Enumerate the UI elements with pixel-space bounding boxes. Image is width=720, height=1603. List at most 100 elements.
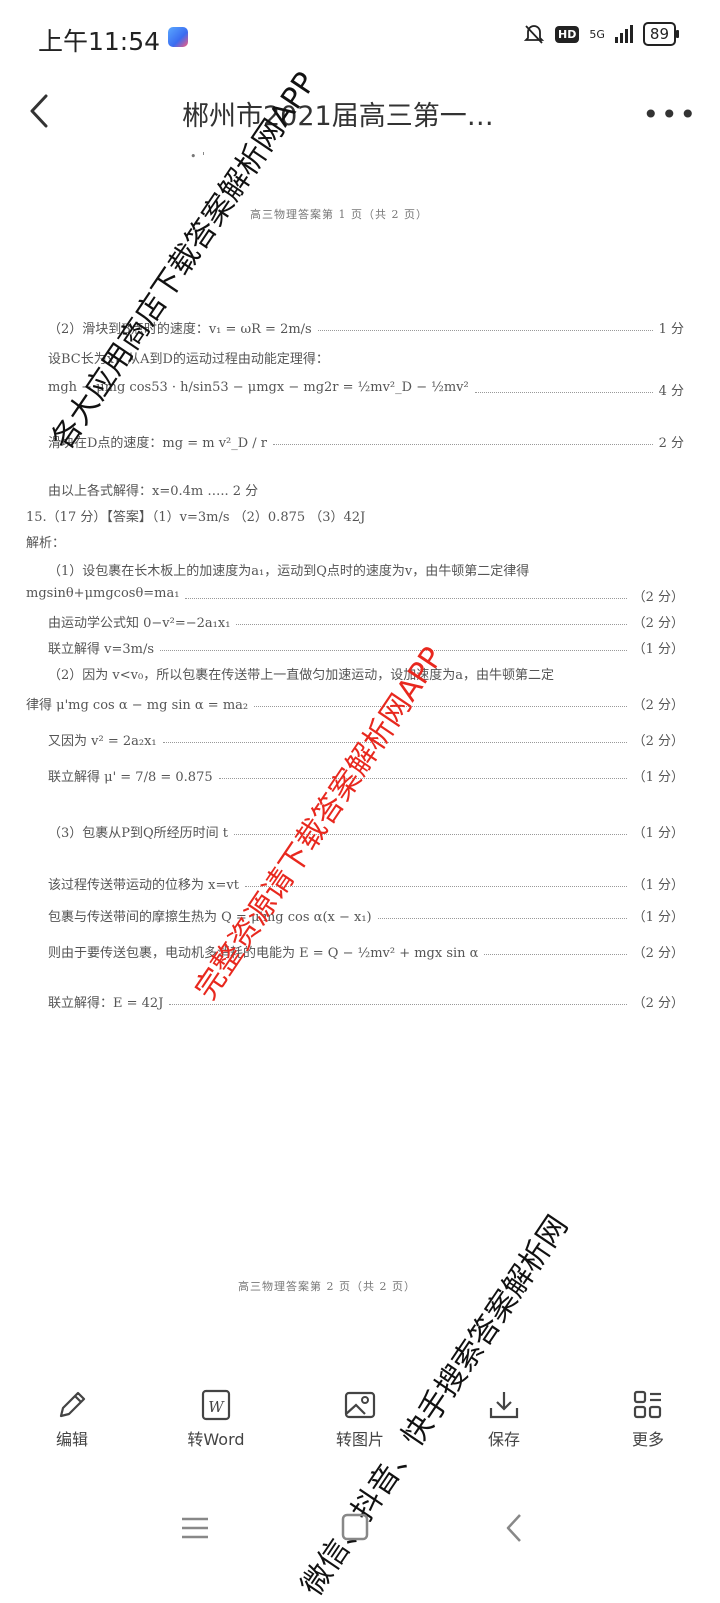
answer-line-score: （1 分） — [632, 642, 684, 657]
dotted-leader — [185, 598, 627, 599]
bell-muted-icon — [523, 23, 545, 45]
answer-line-text: 联立解得 μ' = 7/8 = 0.875 — [48, 770, 213, 785]
answer-line: 律得 μ'mg cos α − mg sin α = ma₂ （2 分） — [0, 694, 720, 716]
dotted-leader — [474, 392, 653, 393]
page-footer-2: 高三物理答案第 2 页（共 2 页） — [238, 1280, 416, 1293]
edit-label: 编辑 — [55, 1430, 88, 1449]
hd-icon: HD — [555, 25, 580, 43]
save-button[interactable]: 保存 — [444, 1378, 564, 1468]
answer-line-text: 包裹与传送带间的摩擦生热为 Q = μ'mg cos α(x − x₁) — [48, 910, 372, 925]
answer-line-score: 1 分 — [658, 322, 684, 337]
page-marker: • ' — [190, 150, 207, 163]
answer-line: 解析： — [0, 532, 720, 554]
answer-line-score: （2 分） — [632, 734, 684, 749]
nav-home-button[interactable] — [330, 1503, 380, 1553]
convert-word-button[interactable]: W 转Word — [156, 1378, 276, 1468]
back-button[interactable] — [22, 86, 62, 136]
answer-line: 15.（17 分）【答案】（1）v=3m/s （2）0.875 （3）42J — [0, 506, 720, 528]
answer-line: mgh − μmg cos53 · h/sin53 − μmgx − mg2r … — [0, 380, 720, 402]
nav-back-button[interactable] — [490, 1503, 540, 1553]
answer-line-text: 由以上各式解得：x=0.4m ….. 2 分 — [48, 484, 259, 499]
status-indicators: HD 5G 89 — [523, 22, 680, 46]
grid-icon — [633, 1390, 662, 1419]
answer-line-text: 滑块在D点的速度：mg = m v²_D / r — [48, 436, 268, 451]
answer-line: 又因为 v² = 2a₂x₁ （2 分） — [0, 730, 720, 752]
answer-line-text: 设BC长为x，从A到D的运动过程由动能定理得： — [48, 352, 329, 367]
dotted-leader — [244, 886, 627, 887]
convert-image-label: 转图片 — [335, 1430, 384, 1449]
convert-image-button[interactable]: 转图片 — [300, 1378, 420, 1468]
answer-line: 则由于要传送包裹，电动机多消耗的电能为 E = Q − ½mv² + mgx s… — [0, 942, 720, 964]
status-bar: 上午11:54 HD 5G 89 — [0, 0, 720, 72]
answer-line-text: mgsinθ+μmgcosθ=ma₁ — [26, 586, 180, 601]
answer-line-score: （2 分） — [632, 616, 684, 631]
answer-line: 联立解得 v=3m/s （1 分） — [0, 638, 720, 660]
answer-line-text: 又因为 v² = 2a₂x₁ — [48, 734, 157, 749]
dotted-leader — [236, 624, 627, 625]
answer-line-score: （1 分） — [632, 826, 684, 841]
answer-line-text: （2）滑块到B点时的速度：v₁ = ωR = 2m/s — [48, 322, 312, 337]
answer-line: 包裹与传送带间的摩擦生热为 Q = μ'mg cos α(x − x₁) （1 分… — [0, 906, 720, 928]
answer-line: 由运动学公式知 0−v²=−2a₁x₁ （2 分） — [0, 612, 720, 634]
document-viewer[interactable]: • ' 高三物理答案第 1 页（共 2 页） （2）滑块到B点时的速度：v₁ =… — [0, 150, 720, 1370]
answer-line: （1）设包裹在长木板上的加速度为a₁，运动到Q点时的速度为v，由牛顿第二定律得 — [0, 560, 720, 582]
edit-button[interactable]: 编辑 — [12, 1378, 132, 1468]
nav-menu-button[interactable] — [170, 1503, 220, 1553]
answer-line: 该过程传送带运动的位移为 x=vt （1 分） — [0, 874, 720, 896]
convert-word-label: 转Word — [187, 1430, 245, 1449]
answer-line-score: （2 分） — [632, 590, 684, 605]
answer-line: 联立解得 μ' = 7/8 = 0.875 （1 分） — [0, 766, 720, 788]
download-icon — [489, 1392, 519, 1419]
answer-line-text: 则由于要传送包裹，电动机多消耗的电能为 E = Q − ½mv² + mgx s… — [48, 946, 479, 961]
more-tools-label: 更多 — [631, 1430, 664, 1449]
answer-line-text: 解析： — [26, 536, 66, 551]
page-footer: 高三物理答案第 1 页（共 2 页） — [250, 208, 428, 221]
square-home-icon — [341, 1513, 369, 1541]
save-label: 保存 — [487, 1430, 520, 1449]
signal-icon — [614, 25, 633, 43]
answer-line-text: 联立解得 v=3m/s — [48, 642, 155, 657]
dotted-leader — [377, 918, 627, 919]
answer-line: （2）滑块到B点时的速度：v₁ = ωR = 2m/s 1 分 — [0, 318, 720, 340]
answer-line-text: （3）包裹从P到Q所经历时间 t — [48, 826, 229, 841]
answer-line-score: 2 分 — [658, 436, 684, 451]
dotted-leader — [234, 834, 627, 835]
answer-line-score: （2 分） — [632, 946, 684, 961]
more-tools-button[interactable]: 更多 — [588, 1378, 708, 1468]
answer-line: 由以上各式解得：x=0.4m ….. 2 分 — [0, 480, 720, 502]
status-time: 上午11:54 — [38, 27, 161, 56]
answer-line-score: 4 分 — [658, 384, 684, 399]
answer-line-text: 15.（17 分）【答案】（1）v=3m/s （2）0.875 （3）42J — [26, 510, 366, 525]
menu-icon — [182, 1517, 208, 1539]
dotted-leader — [169, 1004, 627, 1005]
dotted-leader — [484, 954, 627, 955]
dotted-leader — [273, 444, 653, 445]
svg-text:W: W — [208, 1398, 225, 1416]
answer-line-score: （1 分） — [632, 878, 684, 893]
network-type: 5G — [589, 27, 605, 41]
answer-line: 联立解得：E = 42J （2 分） — [0, 992, 720, 1014]
answer-line-text: 律得 μ'mg cos α − mg sin α = ma₂ — [26, 698, 249, 713]
answer-line: （2）因为 v<v₀，所以包裹在传送带上一直做匀加速运动，设加速度为a，由牛顿第… — [0, 664, 720, 686]
answer-line-text: （2）因为 v<v₀，所以包裹在传送带上一直做匀加速运动，设加速度为a，由牛顿第… — [48, 668, 554, 683]
dotted-leader — [218, 778, 627, 779]
answer-line: 滑块在D点的速度：mg = m v²_D / r 2 分 — [0, 432, 720, 454]
battery-icon: 89 — [642, 22, 680, 46]
answer-line-text: 由运动学公式知 0−v²=−2a₁x₁ — [48, 616, 231, 631]
more-options-button[interactable]: ••• — [642, 98, 698, 131]
answer-line-text: 联立解得：E = 42J — [48, 996, 164, 1011]
app-header: 郴州市2021届高三第一… ••• — [0, 72, 720, 152]
chevron-left-icon — [30, 94, 48, 128]
dotted-leader — [162, 742, 627, 743]
answer-line-score: （1 分） — [632, 770, 684, 785]
answer-line-text: 该过程传送带运动的位移为 x=vt — [48, 878, 239, 893]
app-notification-icon — [168, 27, 188, 47]
bottom-toolbar: 编辑 W 转Word 转图片 保存 更多 — [0, 1378, 720, 1468]
answer-line-text: （1）设包裹在长木板上的加速度为a₁，运动到Q点时的速度为v，由牛顿第二定律得 — [48, 564, 530, 579]
dotted-leader — [160, 650, 627, 651]
word-icon: W — [201, 1389, 231, 1421]
pencil-icon — [59, 1391, 86, 1418]
answer-line-score: （2 分） — [632, 996, 684, 1011]
triangle-back-icon — [506, 1514, 521, 1542]
dotted-leader — [254, 706, 627, 707]
